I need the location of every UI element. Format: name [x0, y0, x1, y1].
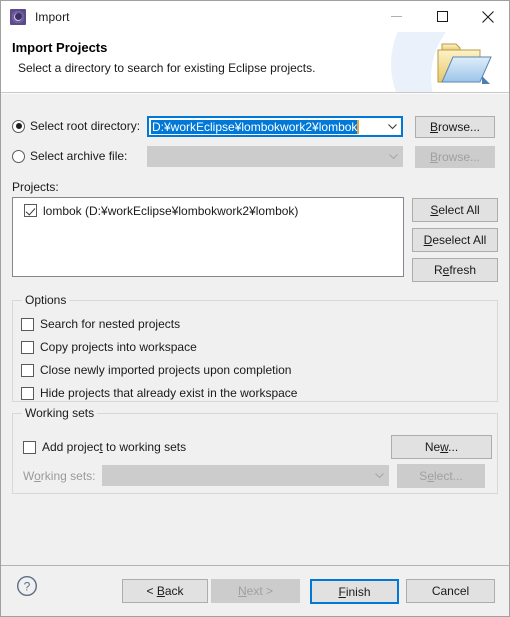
page-title: Import Projects [12, 40, 108, 55]
dialog-header: Import Projects Select a directory to se… [1, 32, 509, 92]
projects-label: Projects: [12, 180, 59, 194]
next-button: Next > [211, 579, 300, 603]
working-sets-combo-label: Working sets: [23, 469, 96, 483]
dialog-footer: ? < Back Next > Finish Cancel [1, 565, 509, 616]
minimize-icon[interactable] [373, 1, 419, 32]
project-checkbox[interactable] [24, 204, 37, 217]
option-row-search-nested[interactable]: Search for nested projects [21, 316, 180, 332]
refresh-button[interactable]: Refresh [412, 258, 498, 282]
checkbox-search-nested-projects[interactable] [21, 317, 34, 331]
working-sets-add-label: Add project to working sets [42, 440, 187, 454]
import-dialog: Import Import Projects Select a director… [0, 0, 510, 617]
archive-file-combo [147, 146, 403, 167]
radio-row-root-directory[interactable]: Select root directory: [12, 117, 140, 135]
option-label-hide-existing: Hide projects that already exist in the … [40, 386, 298, 400]
browse-root-directory-label: Browse... [429, 120, 481, 134]
window-controls [373, 1, 509, 32]
refresh-label: Refresh [433, 263, 477, 277]
projects-listbox[interactable]: lombok (D:¥workEclipse¥lombokwork2¥lombo… [12, 197, 404, 277]
option-row-hide-existing[interactable]: Hide projects that already exist in the … [21, 385, 297, 401]
title-bar: Import [1, 1, 509, 32]
radio-select-archive-file[interactable] [12, 149, 25, 163]
chevron-down-icon-working-sets [371, 472, 388, 479]
radio-select-root-directory[interactable] [12, 119, 25, 133]
chevron-down-icon-archive [385, 153, 402, 160]
radio-label-root-directory: Select root directory: [30, 119, 141, 133]
dialog-body: Select root directory: D:¥workEclipse¥lo… [1, 94, 509, 565]
eclipse-import-icon [10, 8, 26, 25]
browse-archive-file-button: Browse... [415, 146, 495, 168]
help-icon[interactable]: ? [16, 575, 38, 597]
option-row-close-imported[interactable]: Close newly imported projects upon compl… [21, 362, 291, 378]
svg-text:?: ? [24, 580, 31, 594]
close-icon[interactable] [465, 1, 509, 32]
root-directory-input[interactable]: D:¥workEclipse¥lombokwork2¥lombok [149, 119, 384, 134]
select-all-button[interactable]: Select All [412, 198, 498, 222]
root-directory-combo[interactable]: D:¥workEclipse¥lombokwork2¥lombok [147, 116, 403, 137]
chevron-down-icon[interactable] [384, 123, 401, 130]
deselect-all-button[interactable]: Deselect All [412, 228, 498, 252]
options-group-title: Options [22, 293, 70, 307]
page-subtitle: Select a directory to search for existin… [18, 61, 316, 75]
radio-row-archive-file[interactable]: Select archive file: [12, 147, 127, 165]
select-all-label: Select All [430, 203, 480, 217]
option-label-search-nested: Search for nested projects [40, 317, 181, 331]
working-sets-combo [102, 465, 389, 486]
option-label-close-imported: Close newly imported projects upon compl… [40, 363, 292, 377]
back-button[interactable]: < Back [122, 579, 208, 603]
working-sets-group-title: Working sets [22, 406, 98, 420]
project-label: lombok (D:¥workEclipse¥lombokwork2¥lombo… [43, 203, 299, 218]
cancel-label: Cancel [431, 584, 470, 598]
checkbox-add-project-to-working-sets[interactable] [23, 440, 36, 454]
list-item[interactable]: lombok (D:¥workEclipse¥lombokwork2¥lombo… [13, 202, 403, 219]
deselect-all-label: Deselect All [423, 233, 487, 247]
finish-button[interactable]: Finish [310, 579, 399, 604]
back-label: < Back [146, 584, 184, 598]
cancel-button[interactable]: Cancel [406, 579, 495, 603]
checkbox-copy-projects-into-workspace[interactable] [21, 340, 34, 354]
browse-root-directory-button[interactable]: Browse... [415, 116, 495, 138]
select-working-set-button: Select... [397, 464, 485, 488]
next-label: Next > [237, 584, 274, 598]
new-working-set-button[interactable]: New... [391, 435, 492, 459]
option-label-copy-projects: Copy projects into workspace [40, 340, 197, 354]
folder-import-icon [426, 36, 496, 92]
select-working-set-label: Select... [419, 469, 463, 483]
new-working-set-label: New... [424, 440, 459, 454]
radio-label-archive-file: Select archive file: [30, 149, 128, 163]
maximize-icon[interactable] [419, 1, 465, 32]
checkbox-close-newly-imported[interactable] [21, 363, 34, 377]
text-caret [357, 119, 360, 134]
window-title: Import [35, 9, 70, 24]
finish-label: Finish [338, 584, 371, 599]
working-sets-add-row[interactable]: Add project to working sets [23, 439, 186, 455]
browse-archive-file-label: Browse... [429, 150, 481, 164]
option-row-copy-projects[interactable]: Copy projects into workspace [21, 339, 197, 355]
root-directory-value: D:¥workEclipse¥lombokwork2¥lombok [151, 119, 358, 134]
checkbox-hide-existing-projects[interactable] [21, 386, 34, 400]
